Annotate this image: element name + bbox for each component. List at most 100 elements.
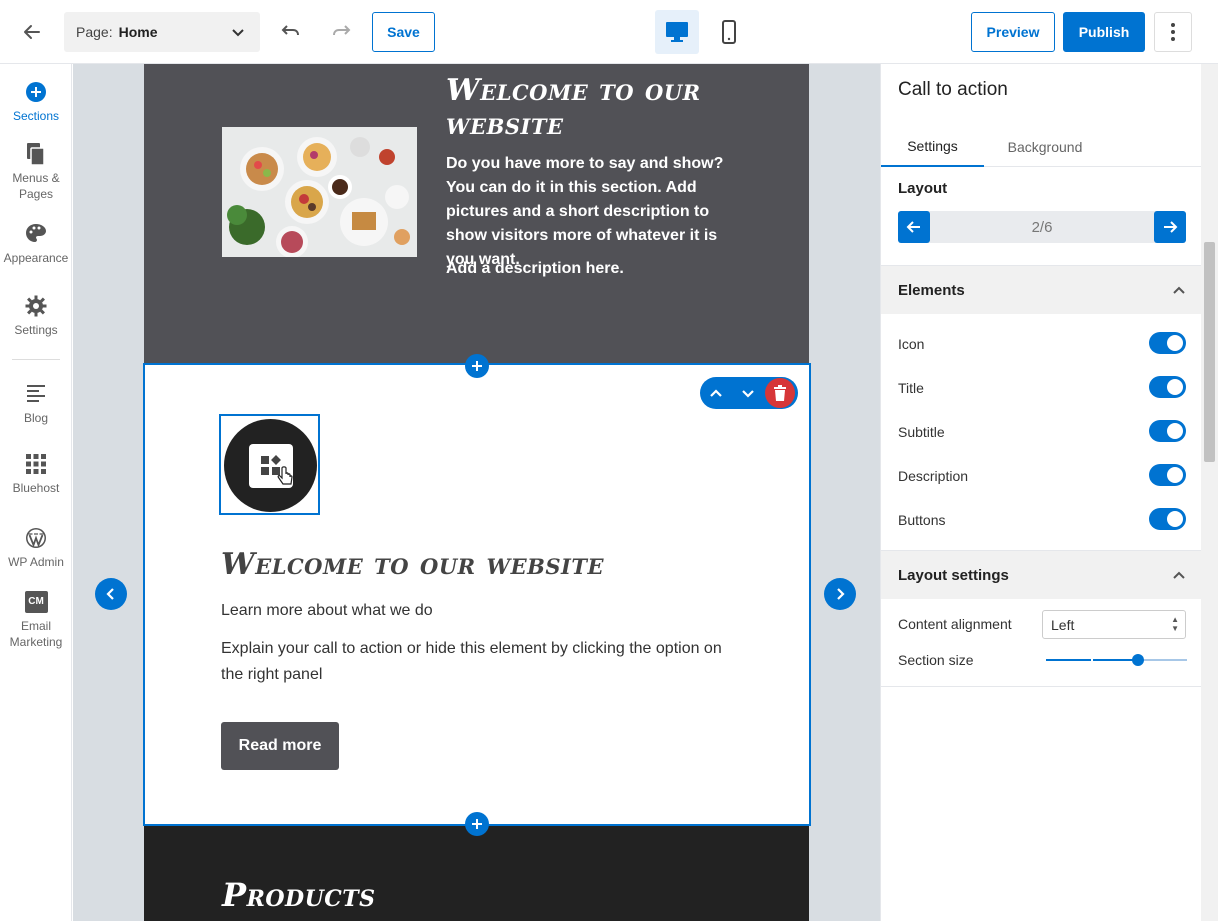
tab-background[interactable]: Background	[991, 126, 1099, 167]
publish-button[interactable]: Publish	[1063, 12, 1145, 52]
food-image[interactable]	[222, 127, 417, 257]
add-section-above-button[interactable]	[465, 354, 489, 378]
back-button[interactable]	[14, 14, 50, 50]
cta-title[interactable]: Welcome to our website	[221, 547, 604, 582]
left-sidebar: Sections Menus & Pages Appearance Settin…	[0, 64, 72, 921]
layout-value: 2/6	[1031, 218, 1053, 236]
panel-title: Call to action	[898, 79, 1008, 100]
delete-section-button[interactable]	[765, 378, 795, 408]
desktop-icon	[666, 22, 688, 42]
grid-icon	[25, 452, 47, 476]
title-toggle[interactable]	[1149, 376, 1186, 398]
chevron-down-icon	[742, 390, 754, 398]
layout-settings-group-header[interactable]: Layout settings	[881, 551, 1202, 599]
subtitle-toggle[interactable]	[1149, 420, 1186, 442]
cm-badge: CM	[24, 591, 48, 613]
desktop-view-button[interactable]	[655, 10, 699, 54]
pages-icon	[25, 142, 47, 166]
sidebar-item-label: Menus & Pages	[12, 171, 60, 201]
toggle-label: Description	[898, 468, 969, 484]
redo-icon	[333, 25, 351, 36]
trash-icon	[774, 385, 786, 401]
sidebar-item-wp-admin[interactable]: WP Admin	[0, 526, 72, 570]
buttons-toggle[interactable]	[1149, 508, 1186, 530]
more-options-button[interactable]	[1154, 12, 1192, 52]
previous-layout-button[interactable]	[95, 578, 127, 610]
cta-subtitle[interactable]: Learn more about what we do	[221, 602, 433, 620]
sidebar-item-settings[interactable]: Settings	[0, 294, 72, 338]
save-button[interactable]: Save	[372, 12, 435, 52]
toggle-row-icon: Icon	[898, 332, 1186, 356]
cta-icon[interactable]	[224, 419, 317, 512]
settings-panel: Call to action Settings Background Layou…	[880, 64, 1202, 921]
toggle-row-description: Description	[898, 464, 1186, 488]
layout-stepper: 2/6	[898, 211, 1186, 243]
chevron-right-icon	[837, 588, 845, 600]
products-title[interactable]: Products	[222, 876, 376, 914]
tab-settings[interactable]: Settings	[881, 126, 984, 167]
section-toolbar	[700, 377, 798, 409]
sidebar-item-label: Sections	[12, 109, 60, 123]
chevron-up-icon	[710, 389, 722, 397]
page-select[interactable]: Page: Home	[64, 12, 260, 52]
hero-section[interactable]: Welcome to our website Do you have more …	[144, 64, 809, 364]
plus-circle-icon	[25, 80, 47, 104]
chevron-left-icon	[106, 588, 114, 600]
kebab-menu-icon	[1171, 23, 1175, 41]
elements-group-header[interactable]: Elements	[881, 266, 1202, 314]
mobile-view-button[interactable]	[707, 10, 751, 54]
sidebar-item-bluehost[interactable]: Bluehost	[0, 452, 72, 496]
toggle-row-buttons: Buttons	[898, 508, 1186, 532]
top-toolbar: Page: Home Save Preview Publish	[0, 0, 1218, 64]
sidebar-item-label: Appearance	[3, 251, 69, 265]
sidebar-item-appearance[interactable]: Appearance	[0, 222, 72, 266]
blog-icon	[25, 382, 47, 406]
read-more-button[interactable]: Read more	[221, 722, 339, 770]
move-section-down-button[interactable]	[732, 377, 764, 409]
sidebar-item-menus-pages[interactable]: Menus & Pages	[0, 142, 72, 202]
layout-prev-button[interactable]	[898, 211, 930, 243]
sidebar-divider	[12, 359, 60, 360]
sidebar-item-sections[interactable]: Sections	[0, 80, 72, 124]
layout-next-button[interactable]	[1154, 211, 1186, 243]
hero-title[interactable]: Welcome to our website	[446, 74, 776, 142]
toggle-row-subtitle: Subtitle	[898, 420, 1186, 444]
editor-canvas: Welcome to our website Do you have more …	[73, 64, 880, 921]
scrollbar-thumb[interactable]	[1204, 242, 1215, 462]
icon-toggle[interactable]	[1149, 332, 1186, 354]
description-toggle[interactable]	[1149, 464, 1186, 486]
panel-scrollbar[interactable]	[1201, 64, 1218, 921]
content-alignment-select[interactable]: Left ▲ ▼	[1042, 610, 1186, 639]
products-section[interactable]: Products	[144, 826, 809, 921]
hero-description[interactable]: Add a description here.	[446, 260, 624, 278]
mobile-icon	[722, 20, 736, 44]
slider-thumb[interactable]	[1132, 654, 1144, 666]
sidebar-item-label: Email Marketing	[9, 619, 63, 649]
section-size-slider[interactable]	[1046, 654, 1187, 666]
cm-icon: CM	[24, 590, 48, 614]
section-size-label: Section size	[898, 652, 974, 668]
toggle-label: Title	[898, 380, 924, 396]
preview-button[interactable]: Preview	[971, 12, 1055, 52]
sidebar-item-blog[interactable]: Blog	[0, 382, 72, 426]
undo-button[interactable]	[274, 16, 306, 48]
cta-icon-selection[interactable]	[219, 414, 320, 515]
select-arrows-icon: ▲ ▼	[1171, 615, 1179, 633]
plus-icon	[472, 819, 482, 829]
move-section-up-button[interactable]	[700, 377, 732, 409]
undo-icon	[281, 25, 299, 36]
page-select-value: Home	[118, 24, 158, 40]
hero-body-text[interactable]: Do you have more to say and show? You ca…	[446, 152, 746, 272]
sidebar-item-label: Bluehost	[12, 481, 60, 495]
toggle-label: Subtitle	[898, 424, 945, 440]
chevron-down-icon	[232, 29, 244, 37]
sidebar-item-label: WP Admin	[8, 555, 64, 569]
add-section-below-button[interactable]	[465, 812, 489, 836]
next-layout-button[interactable]	[824, 578, 856, 610]
cta-description[interactable]: Explain your call to action or hide this…	[221, 636, 741, 688]
arrow-right-icon	[1164, 221, 1178, 233]
panel-divider	[881, 686, 1202, 687]
sidebar-item-email-marketing[interactable]: CM Email Marketing	[0, 590, 72, 650]
redo-button[interactable]	[326, 16, 358, 48]
page-select-label: Page:	[76, 24, 113, 40]
